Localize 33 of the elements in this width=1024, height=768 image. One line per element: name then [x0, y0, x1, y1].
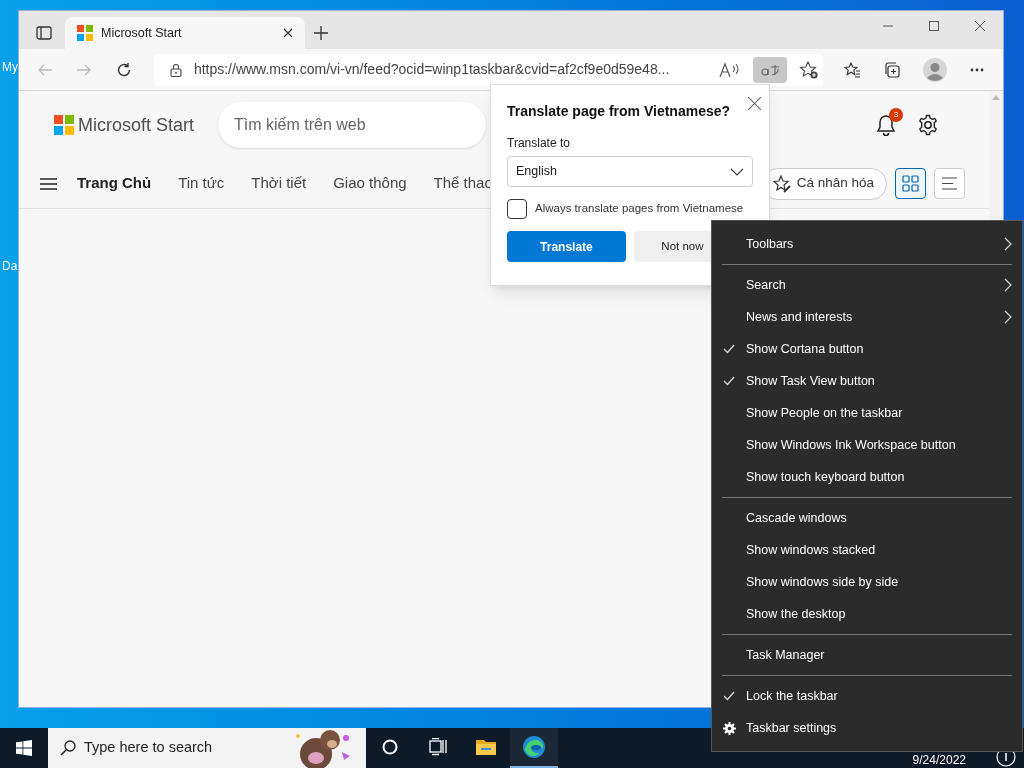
url-text: https://www.msn.com/vi-vn/feed?ocid=winp1taskbar&cvid=af2cf9e0d59e48... — [193, 60, 671, 79]
search-placeholder: Type here to search — [84, 738, 214, 758]
address-bar[interactable]: https://www.msn.com/vi-vn/feed?ocid=winp1taskbar&cvid=af2cf9e0d59e48... — [153, 53, 823, 86]
search-field[interactable]: Tìm kiếm trên web — [218, 102, 486, 148]
menu-item[interactable]: Cascade windows — [712, 502, 1022, 534]
menu-item[interactable]: Show Task View button — [712, 365, 1022, 397]
nav-link[interactable]: Giao thông — [333, 172, 407, 195]
menu-item[interactable]: Search — [712, 269, 1022, 301]
browser-tab[interactable]: Microsoft Start — [65, 17, 305, 49]
translate-button[interactable]: Translate — [507, 231, 626, 262]
site-logo-text: Microsoft Start — [78, 113, 195, 137]
menu-item[interactable]: Show touch keyboard button — [712, 461, 1022, 493]
menu-item[interactable]: Show the desktop — [712, 598, 1022, 630]
field-label: Translate to — [507, 135, 571, 152]
menu-item[interactable]: Taskbar settings — [712, 712, 1022, 744]
nav-link[interactable]: Thời tiết — [251, 172, 307, 195]
menu-item[interactable]: Task Manager — [712, 639, 1022, 671]
menu-item[interactable]: Show Cortana button — [712, 333, 1022, 365]
dialog-title: Translate page from Vietnamese? — [507, 102, 731, 121]
nav-link[interactable]: Trang Chủ — [77, 172, 152, 195]
menu-item[interactable]: Show Windows Ink Workspace button — [712, 429, 1022, 461]
language-dropdown[interactable]: English — [507, 156, 753, 187]
menu-item[interactable]: Show windows side by side — [712, 566, 1022, 598]
taskbar-search-box[interactable]: Type here to search — [48, 728, 366, 768]
checkbox-label: Always translate pages from Vietnamese — [535, 201, 744, 217]
menu-item[interactable]: Lock the taskbar — [712, 680, 1022, 712]
menu-item[interactable]: Show windows stacked — [712, 534, 1022, 566]
taskbar-date[interactable]: 9/24/2022 — [912, 753, 966, 767]
notification-badge: 3 — [889, 108, 903, 122]
menu-item[interactable]: News and interests — [712, 301, 1022, 333]
nav-link[interactable]: Tin tức — [178, 172, 225, 195]
menu-item[interactable]: Show People on the taskbar — [712, 397, 1022, 429]
tab-title: Microsoft Start — [101, 24, 183, 42]
